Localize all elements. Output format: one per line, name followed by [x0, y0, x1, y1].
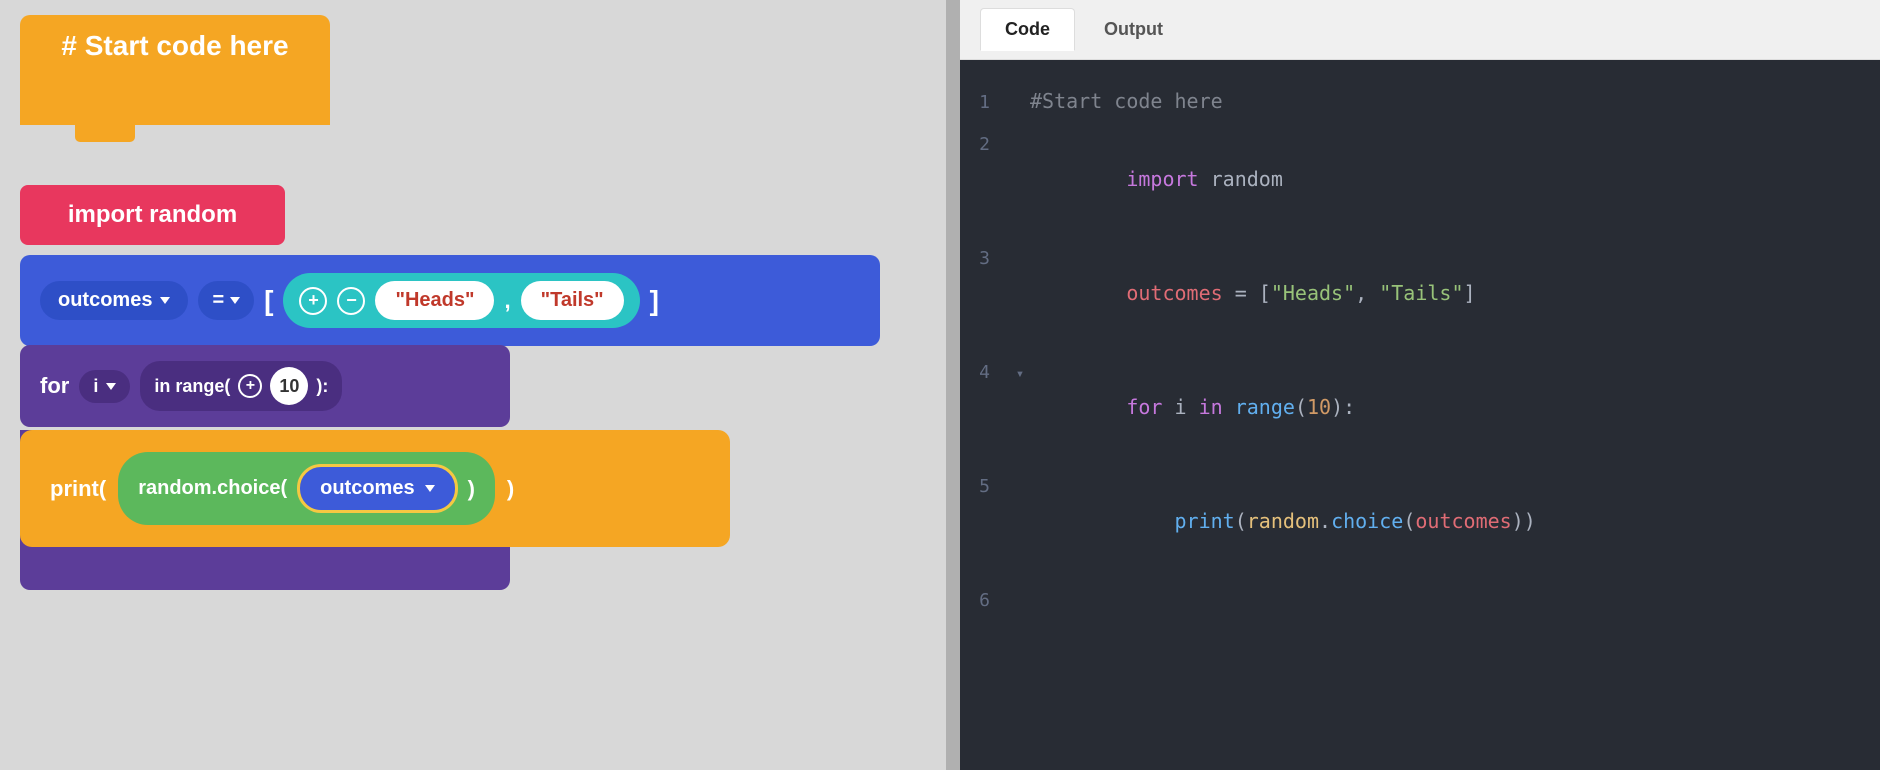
- range-number[interactable]: 10: [270, 367, 308, 405]
- line-content-5: print(random.choice(outcomes)): [1030, 467, 1880, 575]
- scrollbar[interactable]: [946, 0, 960, 770]
- tails-string-label: "Tails": [541, 289, 604, 311]
- line-arrow-4: ▾: [1010, 362, 1030, 387]
- code-line-2: 2 import random: [960, 122, 1880, 236]
- comma-separator: ,: [504, 288, 510, 314]
- code-line-6: 6: [960, 578, 1880, 620]
- loop-var-arrow: [106, 383, 116, 390]
- import-block: import random: [20, 185, 285, 245]
- equals-label: =: [212, 289, 224, 312]
- print-block: print( random.choice( outcomes ) ): [20, 430, 730, 547]
- equals-dropdown-arrow: [230, 297, 240, 304]
- line-num-2: 2: [960, 129, 1010, 161]
- line-content-1: #Start code here: [1030, 83, 1880, 119]
- outcomes-inner-arrow: [425, 485, 435, 492]
- range-add-button[interactable]: +: [238, 374, 262, 398]
- import-label: import random: [68, 201, 237, 228]
- close-bracket: ]: [650, 285, 659, 317]
- line-num-1: 1: [960, 87, 1010, 119]
- inner-close-paren: ): [468, 476, 475, 502]
- code-line-1: 1 #Start code here: [960, 80, 1880, 122]
- outer-close-paren: ): [507, 476, 514, 502]
- line-num-4: 4: [960, 357, 1010, 389]
- code-line-5: 5 print(random.choice(outcomes)): [960, 464, 1880, 578]
- tab-output[interactable]: Output: [1080, 9, 1187, 50]
- line-content-3: outcomes = ["Heads", "Tails"]: [1030, 239, 1880, 347]
- heads-string-label: "Heads": [395, 289, 474, 311]
- tab-code-label: Code: [1005, 19, 1050, 39]
- code-tabs: Code Output: [960, 0, 1880, 60]
- line-num-6: 6: [960, 585, 1010, 617]
- code-line-4: 4 ▾ for i in range(10):: [960, 350, 1880, 464]
- line-content-4: for i in range(10):: [1030, 353, 1880, 461]
- for-keyword: for: [40, 373, 69, 399]
- outcomes-var-block[interactable]: outcomes: [40, 281, 188, 320]
- line-num-5: 5: [960, 471, 1010, 503]
- start-block-label: # Start code here: [61, 30, 288, 61]
- line-content-6: [1030, 581, 1880, 617]
- range-close: ):: [316, 376, 328, 397]
- range-block: in range( + 10 ):: [140, 361, 342, 411]
- loop-var-label: i: [93, 376, 98, 397]
- line-num-3: 3: [960, 243, 1010, 275]
- open-bracket: [: [264, 285, 273, 317]
- random-choice-label: random.choice(: [138, 477, 287, 500]
- random-choice-block: random.choice( outcomes ): [118, 452, 495, 525]
- code-line-3: 3 outcomes = ["Heads", "Tails"]: [960, 236, 1880, 350]
- start-block: # Start code here: [20, 15, 340, 195]
- tails-string-block: "Tails": [521, 281, 624, 320]
- range-value: 10: [279, 376, 299, 397]
- heads-string-block: "Heads": [375, 281, 494, 320]
- outcomes-dropdown-label: outcomes: [320, 477, 414, 500]
- line-content-2: import random: [1030, 125, 1880, 233]
- add-item-button[interactable]: +: [299, 287, 327, 315]
- tab-code[interactable]: Code: [980, 8, 1075, 51]
- outcomes-var-label: outcomes: [58, 289, 152, 312]
- block-editor: # Start code here import random outcomes…: [0, 0, 960, 770]
- list-block: + − "Heads" , "Tails": [283, 273, 639, 328]
- outcomes-dropdown-arrow: [160, 297, 170, 304]
- remove-item-button[interactable]: −: [337, 287, 365, 315]
- assign-block: outcomes = [ + − "Heads" , "Tails" ]: [20, 255, 880, 346]
- for-block: for i in range( + 10 ):: [20, 345, 510, 427]
- equals-operator[interactable]: =: [198, 281, 254, 320]
- tab-output-label: Output: [1104, 19, 1163, 39]
- in-range-label: in range(: [154, 376, 230, 397]
- code-panel: Code Output 1 #Start code here 2 import …: [960, 0, 1880, 770]
- outcomes-dropdown-block[interactable]: outcomes: [297, 464, 457, 513]
- code-editor: 1 #Start code here 2 import random 3 out…: [960, 60, 1880, 770]
- print-keyword: print(: [50, 476, 106, 502]
- loop-var-block[interactable]: i: [79, 370, 130, 403]
